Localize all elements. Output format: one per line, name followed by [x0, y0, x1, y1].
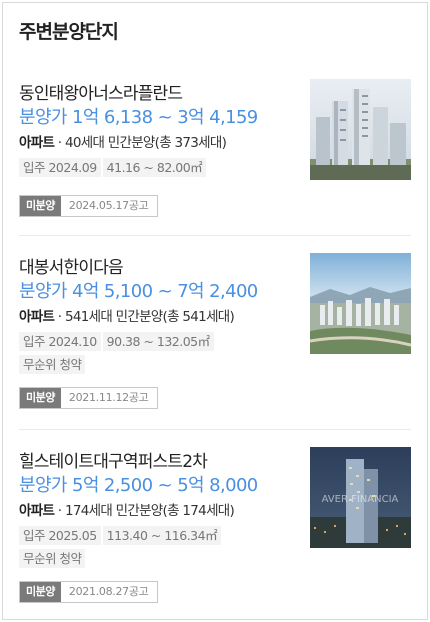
area-tag: 113.40 ~ 116.34㎡	[102, 526, 222, 545]
household-count: · 40세대 민간분양(총 373세대)	[54, 135, 227, 151]
status-badge: 미분양	[20, 388, 61, 408]
status-badge: 미분양	[20, 582, 61, 602]
lottery-tag: 무순위 청약	[19, 549, 86, 568]
nearby-complexes-panel: 주변분양단지 동인태왕아너스라플란드 분양가 1억 6,138 ~ 3억 4,1…	[2, 2, 428, 620]
complex-card[interactable]: 동인태왕아너스라플란드 분양가 1억 6,138 ~ 3억 4,159 아파트 …	[19, 79, 411, 219]
notice-date: 2024.05.17공고	[60, 196, 157, 216]
notice-date: 2021.11.12공고	[60, 388, 157, 408]
tag-list: 입주 2024.10 90.38 ~ 132.05㎡ 무순위 청약	[19, 331, 299, 377]
supply-info: 아파트 · 541세대 민간분양(총 541세대)	[19, 305, 235, 325]
card-divider	[19, 429, 411, 430]
city-aerial-photo	[310, 253, 411, 354]
property-type: 아파트	[19, 503, 55, 519]
complex-card[interactable]: 대봉서한이다음 분양가 4억 5,100 ~ 7억 2,400 아파트 · 54…	[19, 253, 411, 413]
area-tag: 90.38 ~ 132.05㎡	[102, 332, 214, 351]
property-type: 아파트	[19, 309, 55, 325]
price-range: 분양가 1억 6,138 ~ 3억 4,159	[19, 107, 258, 128]
section-title: 주변분양단지	[19, 21, 119, 43]
supply-info: 아파트 · 40세대 민간분양(총 373세대)	[19, 131, 227, 151]
apartment-towers-photo	[310, 79, 411, 180]
complex-name[interactable]: 대봉서한이다음	[19, 253, 124, 278]
tag-list: 입주 2025.05 113.40 ~ 116.34㎡ 무순위 청약	[19, 525, 299, 571]
sale-status: 미분양 2024.05.17공고	[19, 195, 158, 217]
status-badge: 미분양	[20, 196, 61, 216]
sale-status: 미분양 2021.11.12공고	[19, 387, 158, 409]
price-range: 분양가 4억 5,100 ~ 7억 2,400	[19, 281, 258, 302]
sale-status: 미분양 2021.08.27공고	[19, 581, 158, 603]
night-tower-photo: AVER FINANCIA	[310, 447, 411, 548]
complex-name[interactable]: 힐스테이트대구역퍼스트2차	[19, 447, 208, 472]
household-count: · 174세대 민간분양(총 174세대)	[54, 503, 235, 519]
price-range: 분양가 5억 2,500 ~ 5억 8,000	[19, 475, 258, 496]
lottery-tag: 무순위 청약	[19, 355, 86, 374]
complex-thumbnail[interactable]: AVER FINANCIA	[310, 447, 411, 548]
move-in-tag: 입주 2024.09	[19, 158, 101, 177]
complex-thumbnail[interactable]	[310, 253, 411, 354]
supply-info: 아파트 · 174세대 민간분양(총 174세대)	[19, 499, 235, 519]
complex-card[interactable]: 힐스테이트대구역퍼스트2차 분양가 5억 2,500 ~ 5억 8,000 아파…	[19, 447, 411, 607]
complex-thumbnail[interactable]	[310, 79, 411, 180]
property-type: 아파트	[19, 135, 55, 151]
move-in-tag: 입주 2024.10	[19, 332, 101, 351]
notice-date: 2021.08.27공고	[60, 582, 157, 602]
household-count: · 541세대 민간분양(총 541세대)	[54, 309, 235, 325]
area-tag: 41.16 ~ 82.00㎡	[102, 158, 207, 177]
card-divider	[19, 235, 411, 236]
move-in-tag: 입주 2025.05	[19, 526, 101, 545]
tag-list: 입주 2024.09 41.16 ~ 82.00㎡	[19, 157, 299, 180]
watermark-text: AVER FINANCIA	[322, 494, 399, 505]
complex-name[interactable]: 동인태왕아너스라플란드	[19, 79, 183, 104]
